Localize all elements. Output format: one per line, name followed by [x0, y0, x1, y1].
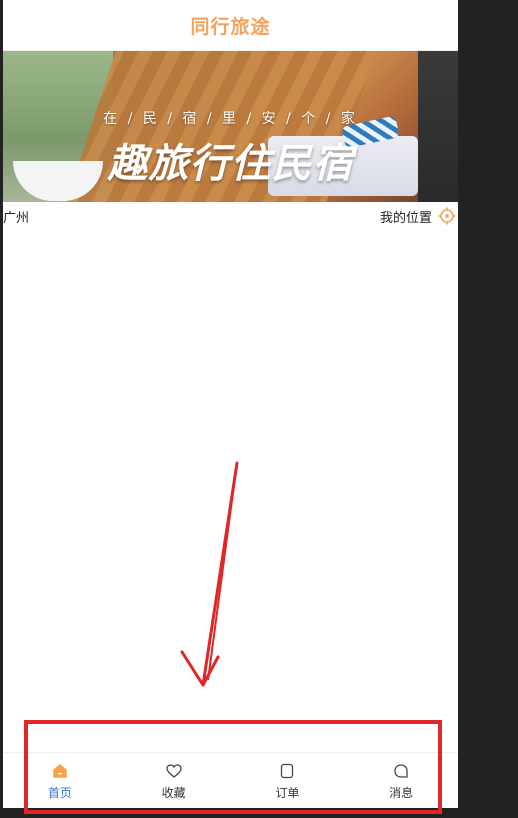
tab-favorites-label: 收藏: [161, 785, 186, 800]
my-position-button[interactable]: 我的位置: [380, 207, 458, 226]
banner-headline: 趣旅行住民宿: [107, 141, 354, 187]
message-icon: [392, 762, 410, 780]
tab-orders-label: 订单: [275, 785, 300, 800]
tab-home-label: 首页: [47, 785, 72, 800]
home-icon: [51, 762, 69, 780]
tab-favorites[interactable]: 收藏: [117, 753, 231, 808]
locate-icon: [438, 207, 456, 225]
tab-messages[interactable]: 消息: [344, 753, 458, 808]
banner-subtitle: 在 / 民 / 宿 / 里 / 安 / 个 / 家: [103, 111, 358, 127]
city-selector[interactable]: 广州: [3, 207, 29, 226]
page-title: 同行旅途: [190, 15, 271, 38]
app-screen: 同行旅途 在 / 民 / 宿 / 里 / 安 / 个 / 家 趣旅行住民宿 广州…: [3, 0, 458, 808]
hero-banner[interactable]: 在 / 民 / 宿 / 里 / 安 / 个 / 家 趣旅行住民宿: [3, 51, 458, 202]
heart-icon: [165, 762, 183, 780]
order-icon: [278, 762, 296, 780]
tab-home[interactable]: 首页: [3, 753, 117, 808]
location-row: 广州 我的位置: [3, 202, 458, 230]
content-area: [3, 230, 458, 750]
my-position-label: 我的位置: [379, 210, 432, 226]
tab-messages-label: 消息: [389, 785, 414, 800]
bottom-tab-bar: 首页 收藏 订单 消息: [3, 752, 458, 808]
top-bar: 同行旅途: [3, 0, 458, 51]
tab-orders[interactable]: 订单: [231, 753, 345, 808]
